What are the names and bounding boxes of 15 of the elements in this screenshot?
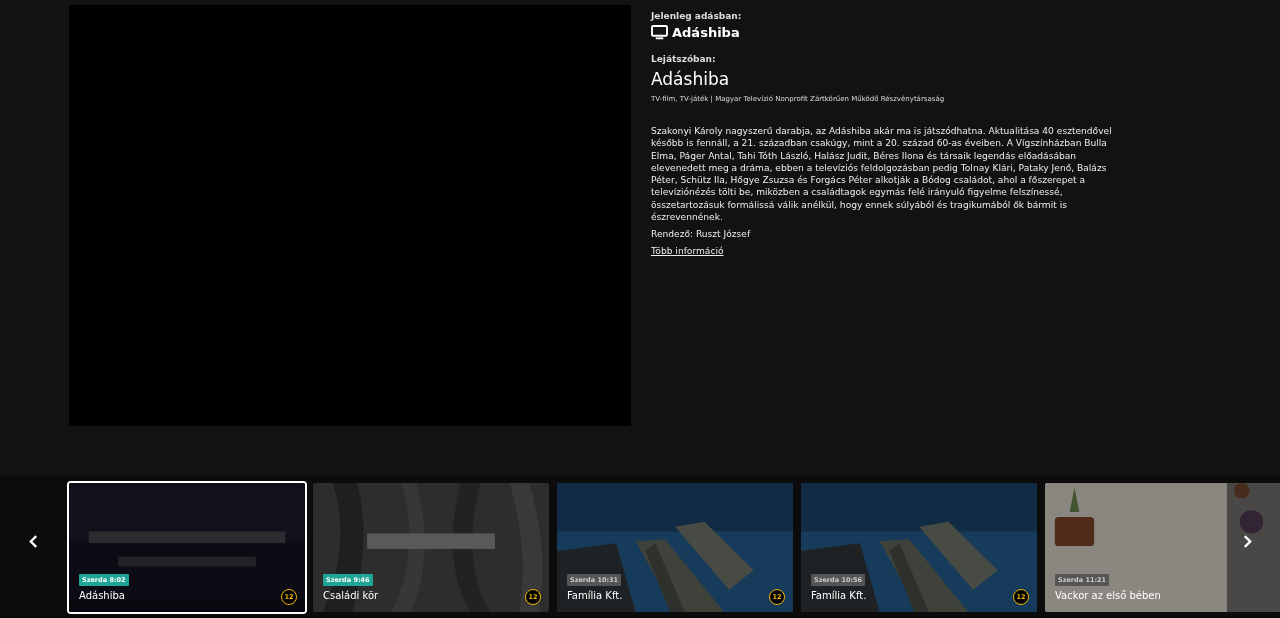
playing-label: Lejátszóban: bbox=[651, 54, 716, 64]
more-info-link[interactable]: Több információ bbox=[651, 246, 724, 257]
director-text: Rendező: Ruszt József bbox=[651, 229, 751, 240]
program-title: Adáshiba bbox=[651, 69, 730, 89]
next-button[interactable] bbox=[1241, 533, 1254, 550]
tv-icon bbox=[651, 25, 668, 40]
previous-button[interactable] bbox=[27, 533, 40, 550]
program-title: Adáshiba bbox=[79, 590, 125, 601]
program-description: Szakonyi Károly nagyszerű darabja, az Adáshiba akár ma is játszódhatna. Aktualitása 40 esztendővel később is fennáll, a 21. században csakúgy, mint a 20. század 60-as éveiben. A Vígszínházban Bulla Elma, Páger Antal, Tahi Tóth László, Halász Judit, Béres Ilona és társaik legendás előadásában elevenedett meg a dráma, ebben a televíziós feldolgozásban pedig Tolnay Klári, Pataky Jenő, Balázs Péter, Schütz Ila, Hőgye Zsuzsa és Forgács Péter alkotják a Bódog családot, ahol a főszerepet a televíziónézés tölti be, miközben a családtagok egymás felé irányuló figyelme felszínessé, összetartozásuk formálissá válik anélkül, hogy ennek súlyából és tragikumából ők bármit is észrevennének. bbox=[651, 125, 1113, 224]
program-title: Családi kör bbox=[323, 590, 379, 601]
program-title: Família Kft. bbox=[811, 590, 867, 601]
program-title: Família Kft. bbox=[567, 590, 623, 601]
now-on-air-label: Jelenleg adásban: bbox=[651, 11, 742, 21]
program-title: Vackor az első bében bbox=[1055, 590, 1161, 601]
now-on-air-title: Adáshiba bbox=[672, 25, 740, 40]
